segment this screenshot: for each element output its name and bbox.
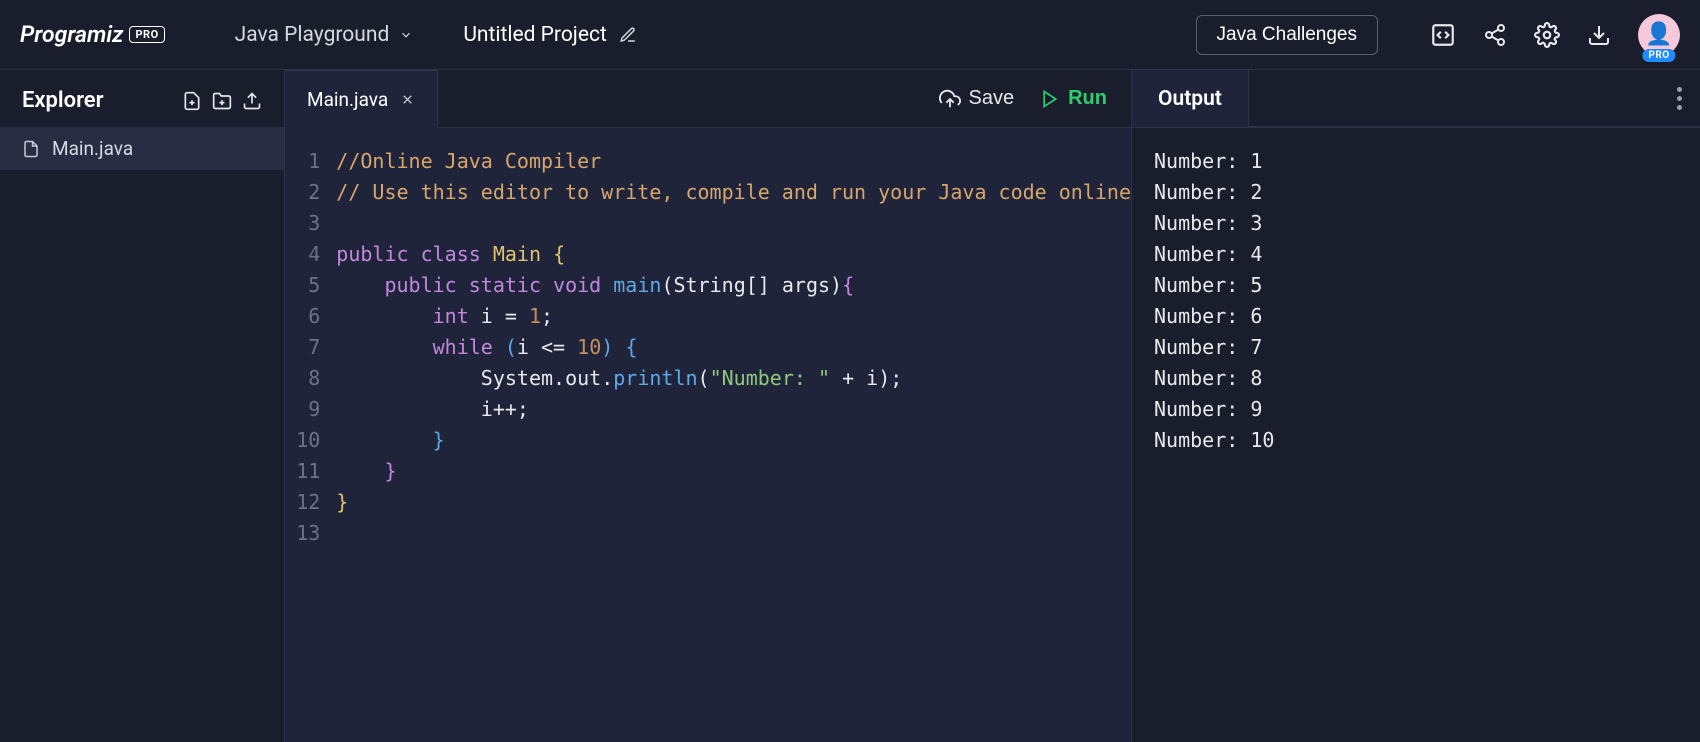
download-button[interactable]	[1586, 22, 1612, 48]
project-name[interactable]: Untitled Project	[463, 23, 637, 47]
explorer-sidebar: Explorer Main.java	[0, 70, 285, 742]
editor-tab[interactable]: Main.java	[285, 70, 438, 128]
code-icon	[1430, 22, 1456, 48]
run-label: Run	[1068, 87, 1107, 110]
embed-button[interactable]	[1430, 22, 1456, 48]
brand-name: Programiz	[20, 21, 123, 48]
editor-panel: Main.java Save Run 12345678910111213 //O…	[285, 70, 1132, 742]
new-file-icon[interactable]	[182, 91, 202, 111]
file-icon	[22, 140, 40, 158]
gear-icon	[1534, 22, 1560, 48]
editor-actions: Save Run	[438, 70, 1131, 128]
download-icon	[1587, 23, 1611, 47]
explorer-title: Explorer	[22, 88, 172, 113]
output-tab[interactable]: Output	[1132, 70, 1249, 127]
share-button[interactable]	[1482, 22, 1508, 48]
app-header: Programiz PRO Java Playground Untitled P…	[0, 0, 1700, 70]
play-icon	[1040, 89, 1060, 109]
edit-icon[interactable]	[619, 26, 637, 44]
brand-badge: PRO	[129, 26, 164, 43]
settings-button[interactable]	[1534, 22, 1560, 48]
upload-icon[interactable]	[242, 91, 262, 111]
output-content: Number: 1 Number: 2 Number: 3 Number: 4 …	[1132, 128, 1700, 742]
file-item[interactable]: Main.java	[0, 127, 284, 170]
avatar-badge: PRO	[1642, 49, 1675, 62]
new-folder-icon[interactable]	[212, 91, 232, 111]
code-editor[interactable]: 12345678910111213 //Online Java Compiler…	[285, 128, 1131, 742]
playground-selector[interactable]: Java Playground	[235, 23, 414, 47]
editor-tabbar: Main.java Save Run	[285, 70, 1131, 128]
header-actions: 👤 PRO	[1430, 14, 1680, 56]
share-icon	[1483, 23, 1507, 47]
challenges-button[interactable]: Java Challenges	[1196, 15, 1378, 55]
project-title: Untitled Project	[463, 23, 607, 47]
chevron-down-icon	[399, 28, 413, 42]
explorer-header: Explorer	[0, 70, 284, 127]
line-gutter: 12345678910111213	[285, 146, 336, 742]
run-button[interactable]: Run	[1040, 87, 1107, 110]
more-icon[interactable]	[1677, 87, 1682, 110]
file-name: Main.java	[52, 137, 133, 160]
playground-label: Java Playground	[235, 23, 390, 47]
save-label: Save	[969, 87, 1015, 110]
user-avatar[interactable]: 👤 PRO	[1638, 14, 1680, 56]
code-content[interactable]: //Online Java Compiler // Use this edito…	[336, 146, 1131, 742]
cloud-upload-icon	[939, 88, 961, 110]
save-button[interactable]: Save	[939, 87, 1015, 110]
output-panel: Output Number: 1 Number: 2 Number: 3 Num…	[1132, 70, 1700, 742]
tab-label: Main.java	[307, 88, 388, 111]
close-icon[interactable]	[400, 92, 415, 107]
output-header: Output	[1132, 70, 1700, 128]
brand-logo[interactable]: Programiz PRO	[20, 21, 165, 48]
